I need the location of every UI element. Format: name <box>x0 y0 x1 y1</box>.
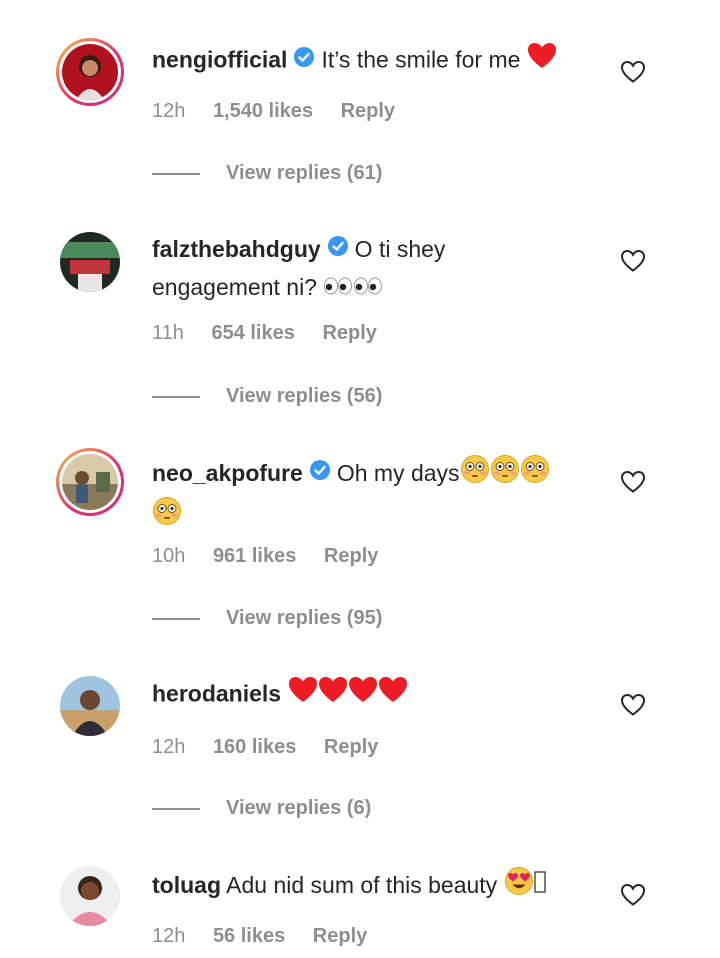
comment-username[interactable]: herodaniels <box>152 681 281 707</box>
red-heart-emoji-icon <box>527 42 557 78</box>
avatar[interactable] <box>56 672 124 740</box>
comment-likes[interactable]: 654 likes <box>211 322 294 344</box>
comment-time: 12h <box>152 736 186 758</box>
like-heart-icon[interactable] <box>620 60 646 84</box>
avatar-image <box>62 44 118 100</box>
avatar-image <box>60 232 120 292</box>
verified-badge-icon <box>327 232 349 266</box>
view-replies-label: View replies (6) <box>226 797 372 819</box>
red-heart-emoji-icon <box>348 676 378 712</box>
like-heart-icon[interactable] <box>620 693 646 717</box>
comment-username[interactable]: falzthebahdguy <box>152 236 321 262</box>
comment-text: Oh my days <box>336 460 460 487</box>
comment-time: 11h <box>152 322 184 344</box>
reply-button[interactable]: Reply <box>341 100 395 122</box>
like-heart-icon[interactable] <box>620 470 646 494</box>
replies-divider-line <box>152 617 200 620</box>
avatar-image <box>60 866 120 926</box>
comment-text: Adu nid sum of this beauty <box>226 872 498 899</box>
comment-body: toluag Adu nid sum of this beauty <box>152 866 592 908</box>
comment-likes[interactable]: 160 likes <box>213 736 296 758</box>
replies-divider-line <box>152 807 200 810</box>
comment-meta: 11h 654 likes Reply <box>152 322 399 345</box>
avatar-image <box>60 676 120 736</box>
reply-button[interactable]: Reply <box>324 545 378 567</box>
replies-divider-line <box>152 395 200 398</box>
avatar[interactable] <box>56 862 124 930</box>
comment-meta: 12h 160 likes Reply <box>152 736 400 759</box>
red-heart-emoji-icon <box>378 676 408 712</box>
comment-username[interactable]: nengiofficial <box>152 47 287 73</box>
replies-divider-line <box>152 172 200 175</box>
red-heart-emoji-icon <box>318 676 348 712</box>
like-heart-icon[interactable] <box>620 883 646 907</box>
eyes-emoji-icon <box>323 270 353 304</box>
comment-meta: 12h 1,540 likes Reply <box>152 100 417 123</box>
comment-text: O ti shey <box>354 236 446 263</box>
reply-button[interactable]: Reply <box>322 322 376 344</box>
comment-meta: 10h 961 likes Reply <box>152 545 400 568</box>
view-replies-button[interactable]: View replies (61) <box>152 162 382 185</box>
avatar[interactable] <box>56 448 124 516</box>
verified-badge-icon <box>293 43 315 77</box>
comment-time: 10h <box>152 545 186 567</box>
view-replies-button[interactable]: View replies (6) <box>152 797 371 820</box>
flushed-face-emoji-icon <box>460 454 490 493</box>
comment-body: herodaniels <box>152 676 592 715</box>
flushed-face-emoji-icon <box>520 454 550 493</box>
comment-likes[interactable]: 1,540 likes <box>213 100 313 122</box>
view-replies-button[interactable]: View replies (56) <box>152 385 382 408</box>
heart-eyes-face-emoji-icon <box>504 866 534 905</box>
like-heart-icon[interactable] <box>620 249 646 273</box>
comment-likes[interactable]: 56 likes <box>213 925 285 947</box>
comment-text-line2: engagement ni? <box>152 274 317 300</box>
view-replies-label: View replies (56) <box>226 385 383 407</box>
missing-glyph-icon <box>533 869 546 903</box>
comment-meta: 12h 56 likes Reply <box>152 925 389 948</box>
avatar-image <box>62 454 118 510</box>
comment-likes[interactable]: 961 likes <box>213 545 296 567</box>
view-replies-label: View replies (95) <box>226 607 383 629</box>
comment-username[interactable]: toluag <box>152 872 221 898</box>
flushed-face-emoji-icon <box>490 454 520 493</box>
comment-body: falzthebahdguy O ti shey engagement ni? <box>152 232 592 307</box>
verified-badge-icon <box>309 456 331 490</box>
avatar[interactable] <box>56 228 124 296</box>
comment-time: 12h <box>152 925 186 947</box>
comment-time: 12h <box>152 100 186 122</box>
red-heart-emoji-icon <box>288 676 318 712</box>
reply-button[interactable]: Reply <box>324 736 378 758</box>
view-replies-label: View replies (61) <box>226 162 383 184</box>
comment-username[interactable]: neo_akpofure <box>152 460 303 486</box>
comment-body: nengiofficial It’s the smile for me <box>152 42 592 81</box>
flushed-face-emoji-icon <box>152 496 182 535</box>
comment-body: neo_akpofure Oh my days <box>152 454 592 538</box>
reply-button[interactable]: Reply <box>313 925 367 947</box>
view-replies-button[interactable]: View replies (95) <box>152 607 382 630</box>
comment-text: It’s the smile for me <box>321 46 521 73</box>
eyes-emoji-icon <box>353 270 383 304</box>
avatar[interactable] <box>56 38 124 106</box>
